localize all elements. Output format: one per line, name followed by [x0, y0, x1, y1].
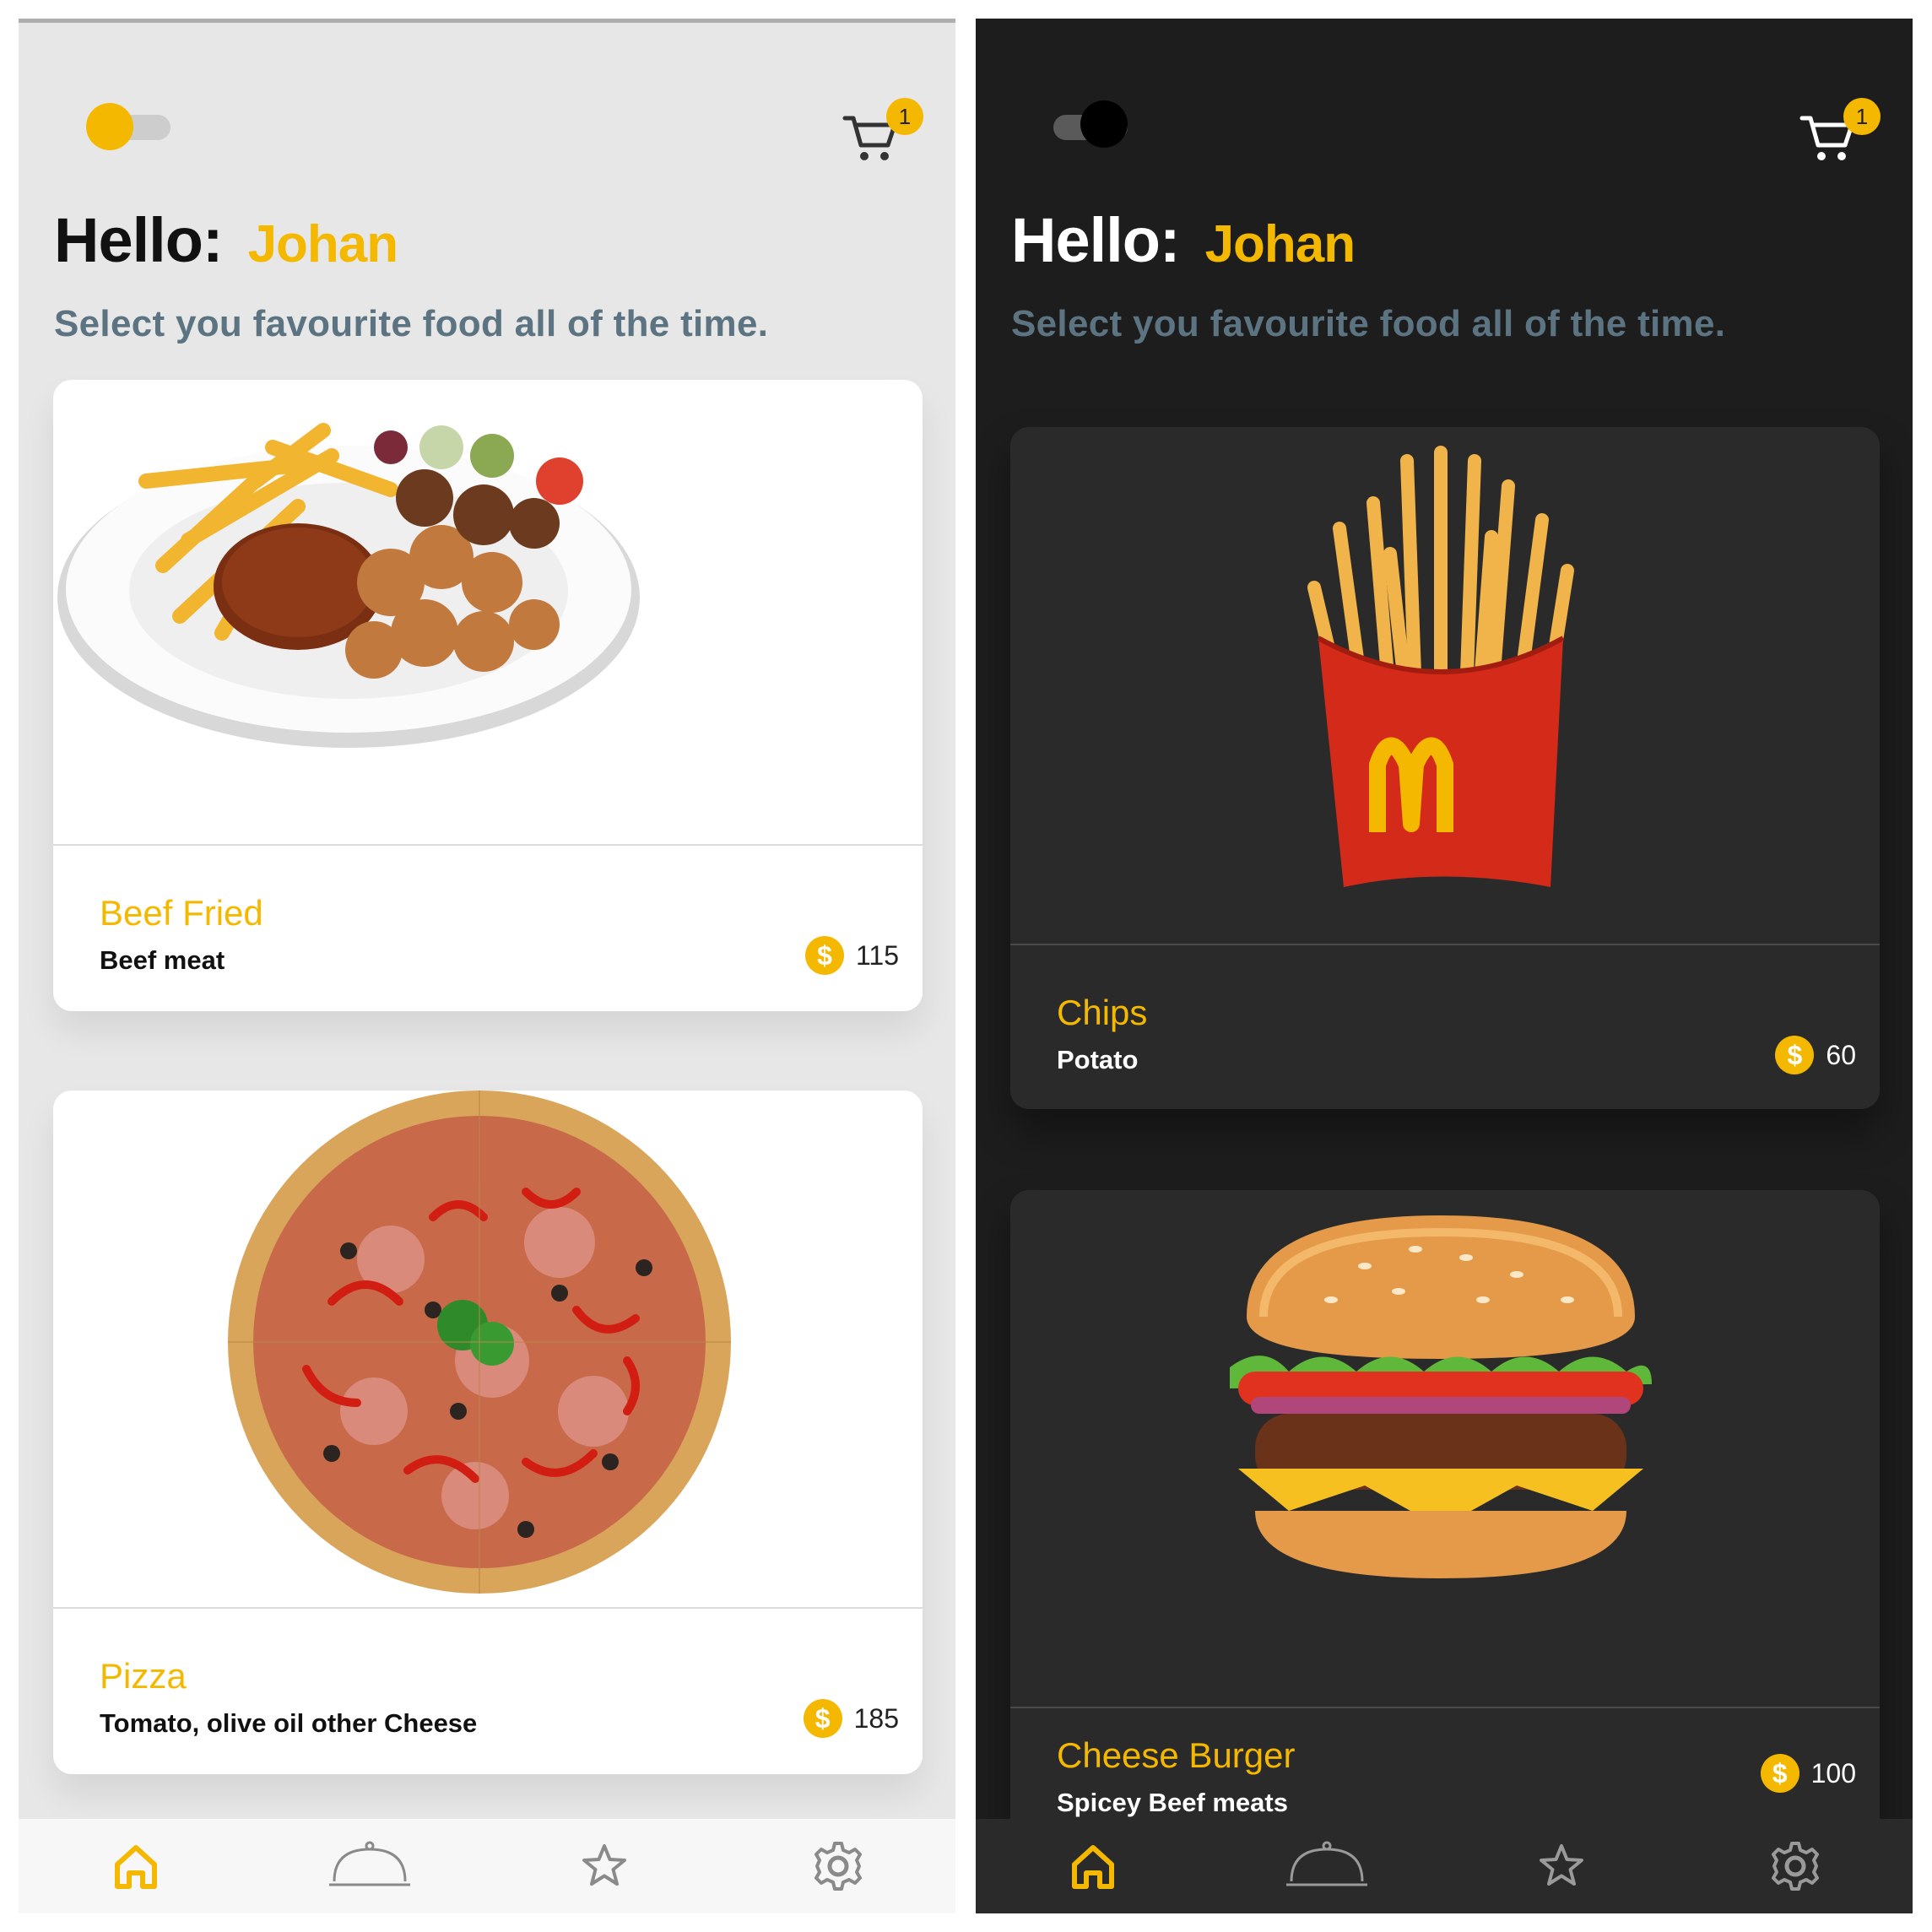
item-title: Chips — [1057, 993, 1148, 1032]
item-subtitle: Beef meat — [100, 945, 225, 975]
nav-home[interactable] — [1047, 1828, 1139, 1904]
nav-dishes[interactable] — [1280, 1828, 1373, 1904]
food-image-cheese-burger — [1230, 1215, 1652, 1578]
theme-toggle[interactable] — [1043, 100, 1128, 148]
card-divider — [1010, 1707, 1880, 1708]
star-icon — [1539, 1844, 1583, 1886]
food-card[interactable]: Cheese Burger Spicey Beef meats $ 100 — [1010, 1190, 1880, 1848]
greeting: Hello: Johan — [54, 204, 398, 276]
coin-icon: $ — [803, 1699, 842, 1738]
nav-settings[interactable] — [792, 1828, 885, 1904]
nav-favourites[interactable] — [558, 1828, 651, 1904]
card-divider — [1010, 944, 1880, 945]
home-icon — [1071, 1845, 1114, 1889]
home-icon — [114, 1845, 157, 1889]
nav-favourites[interactable] — [1515, 1828, 1608, 1904]
user-name: Johan — [247, 215, 399, 273]
cart-button[interactable]: 1 — [1799, 98, 1881, 170]
food-image-beef-fried — [57, 423, 640, 748]
light-mode-screen: 1 Hello: Johan Select you favourite food … — [19, 19, 955, 1913]
price-amount: 100 — [1810, 1757, 1856, 1789]
item-price: $ 115 — [804, 934, 899, 977]
theme-toggle[interactable] — [86, 103, 170, 150]
nav-settings[interactable] — [1749, 1828, 1842, 1904]
settings-icon — [814, 1842, 863, 1891]
dark-mode-screen: 1 Hello: Johan Select you favourite food … — [976, 19, 1913, 1913]
item-subtitle: Tomato, olive oil other Cheese — [100, 1708, 478, 1738]
greeting-label: Hello: — [1011, 205, 1181, 275]
coin-icon: $ — [1760, 1754, 1799, 1793]
item-title: Cheese Burger — [1057, 1735, 1296, 1775]
dish-cloche-icon — [329, 1841, 411, 1886]
item-title: Beef Fried — [100, 893, 263, 933]
price-amount: 115 — [855, 939, 899, 971]
item-title: Pizza — [100, 1656, 187, 1696]
food-card[interactable]: Beef Fried Beef meat $ 115 — [53, 380, 923, 1011]
item-price: $ 100 — [1760, 1752, 1856, 1794]
toggle-knob — [1080, 100, 1128, 148]
nav-dishes[interactable] — [323, 1828, 416, 1904]
item-subtitle: Spicey Beef meats — [1057, 1788, 1288, 1817]
star-icon — [582, 1844, 626, 1886]
settings-icon — [1772, 1842, 1820, 1891]
food-card[interactable]: Pizza Tomato, olive oil other Cheese $ 1… — [53, 1090, 923, 1774]
nav-home[interactable] — [89, 1828, 182, 1904]
bottom-nav — [976, 1819, 1913, 1913]
item-price: $ 60 — [1775, 1034, 1856, 1076]
item-subtitle: Potato — [1057, 1045, 1139, 1074]
cart-button[interactable]: 1 — [842, 98, 923, 170]
price-amount: 185 — [853, 1702, 899, 1734]
cart-count-badge: 1 — [886, 98, 923, 135]
dish-cloche-icon — [1286, 1841, 1368, 1886]
greeting-label: Hello: — [54, 205, 224, 275]
price-amount: 60 — [1826, 1039, 1856, 1070]
user-name: Johan — [1204, 215, 1356, 273]
food-card[interactable]: Chips Potato $ 60 — [1010, 427, 1880, 1109]
item-price: $ 185 — [803, 1697, 899, 1740]
tagline: Select you favourite food all of the tim… — [1011, 303, 1726, 344]
coin-icon: $ — [1775, 1036, 1815, 1074]
toggle-knob — [86, 103, 133, 150]
greeting: Hello: Johan — [1011, 204, 1356, 276]
food-image-chips — [1307, 446, 1574, 887]
bottom-nav — [19, 1819, 955, 1913]
card-divider — [53, 844, 923, 846]
cart-count-badge: 1 — [1843, 98, 1881, 135]
card-divider — [53, 1607, 923, 1609]
tagline: Select you favourite food all of the tim… — [54, 303, 769, 344]
food-image-pizza — [228, 1090, 731, 1594]
coin-icon: $ — [804, 936, 844, 975]
